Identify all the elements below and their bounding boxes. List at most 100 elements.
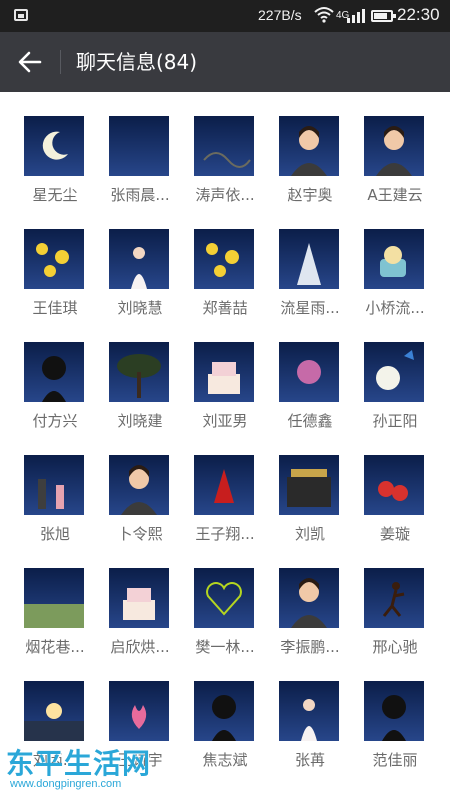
avatar (24, 681, 84, 741)
member-name: 邢心驰 (372, 638, 418, 656)
member-item[interactable]: 星无尘 (12, 116, 98, 221)
member-item[interactable]: 刘晓慧 (97, 229, 183, 334)
avatar (279, 455, 339, 515)
member-name: 孙正阳 (372, 412, 418, 430)
member-item[interactable]: 付方兴 (12, 342, 98, 447)
avatar (364, 568, 424, 628)
page-title: 聊天信息(84) (76, 50, 198, 74)
member-name: 赵宇奥 (287, 186, 333, 204)
member-grid: 星无尘 张雨晨... 涛声依... 赵宇奥 A王建云王佳琪 刘晓慧 郑善喆 流星雨... 小桥流… (0, 92, 450, 800)
avatar (194, 116, 254, 176)
avatar (194, 568, 254, 628)
watermark-text: 东平生活网 (6, 747, 152, 780)
member-item[interactable]: 赵宇奥 (267, 116, 353, 221)
member-item[interactable]: 启欣烘... (97, 568, 183, 673)
member-item[interactable]: A王建云 (352, 116, 438, 221)
avatar (109, 342, 169, 402)
member-name: 涛声依... (195, 186, 255, 204)
arrow-left-icon[interactable] (16, 49, 44, 75)
avatar (279, 229, 339, 289)
member-item[interactable]: 郑善喆 (182, 229, 268, 334)
avatar (194, 455, 254, 515)
title-bar: 聊天信息(84) (0, 32, 450, 92)
wifi-icon (314, 7, 334, 23)
member-item[interactable]: 孙正阳 (352, 342, 438, 447)
member-name: 刘凯 (294, 525, 325, 543)
member-name: 小桥流... (365, 299, 425, 317)
member-name: 流星雨... (280, 299, 340, 317)
member-item[interactable]: 王子翔... (182, 455, 268, 560)
member-name: 张雨晨... (110, 186, 170, 204)
avatar (194, 681, 254, 741)
battery-icon (371, 10, 396, 22)
avatar (194, 229, 254, 289)
avatar (24, 455, 84, 515)
member-item[interactable]: 王佳琪 (12, 229, 98, 334)
member-name: A王建云 (367, 186, 423, 204)
image-notification-icon (14, 9, 28, 21)
avatar (279, 568, 339, 628)
status-bar: 227B/s 4G 22:30 (0, 0, 450, 32)
watermark: 东平生活网 www.dongpingren.com (4, 742, 174, 792)
member-item[interactable]: 张旭 (12, 455, 98, 560)
member-item[interactable]: 樊一林... (182, 568, 268, 673)
member-name: 卜令熙 (117, 525, 163, 543)
member-item[interactable]: 李振鹏... (267, 568, 353, 673)
avatar (109, 116, 169, 176)
member-name: 烟花巷... (25, 638, 85, 656)
member-name: 任德鑫 (287, 412, 333, 430)
member-name: 王佳琪 (32, 299, 78, 317)
member-name: 李振鹏... (280, 638, 340, 656)
member-name: 刘亚男 (202, 412, 248, 430)
member-name: 付方兴 (32, 412, 78, 430)
avatar (109, 568, 169, 628)
member-item[interactable]: 小桥流... (352, 229, 438, 334)
avatar (364, 681, 424, 741)
member-item[interactable]: 烟花巷... (12, 568, 98, 673)
member-item[interactable]: 卜令熙 (97, 455, 183, 560)
member-name: 星无尘 (32, 186, 78, 204)
member-name: 张旭 (39, 525, 70, 543)
member-item[interactable]: 范佳丽 (352, 681, 438, 786)
avatar (24, 116, 84, 176)
member-name: 张苒 (294, 751, 325, 769)
avatar (364, 342, 424, 402)
avatar (279, 116, 339, 176)
avatar (109, 229, 169, 289)
member-item[interactable]: 刘亚男 (182, 342, 268, 447)
member-item[interactable]: 邢心驰 (352, 568, 438, 673)
member-name: 范佳丽 (372, 751, 418, 769)
network-speed: 227B/s (258, 7, 302, 23)
avatar (109, 455, 169, 515)
member-item[interactable]: 涛声依... (182, 116, 268, 221)
avatar (24, 342, 84, 402)
member-item[interactable]: 姜璇 (352, 455, 438, 560)
member-name: 刘晓慧 (117, 299, 163, 317)
member-name: 启欣烘... (110, 638, 170, 656)
clock: 22:30 (397, 5, 440, 24)
header-divider (60, 50, 61, 74)
member-item[interactable]: 刘晓建 (97, 342, 183, 447)
avatar (364, 455, 424, 515)
signal-icon (347, 9, 365, 23)
avatar (364, 116, 424, 176)
member-item[interactable]: 焦志斌 (182, 681, 268, 786)
avatar (194, 342, 254, 402)
member-item[interactable]: 流星雨... (267, 229, 353, 334)
member-item[interactable]: 刘凯 (267, 455, 353, 560)
avatar (279, 342, 339, 402)
member-name: 王子翔... (195, 525, 255, 543)
member-name: 焦志斌 (202, 751, 248, 769)
avatar (109, 681, 169, 741)
avatar (24, 229, 84, 289)
watermark-url: www.dongpingren.com (10, 778, 122, 790)
avatar (364, 229, 424, 289)
member-item[interactable]: 张雨晨... (97, 116, 183, 221)
avatar (24, 568, 84, 628)
member-name: 郑善喆 (202, 299, 248, 317)
member-name: 樊一林... (195, 638, 255, 656)
member-name: 姜璇 (379, 525, 410, 543)
member-item[interactable]: 张苒 (267, 681, 353, 786)
member-name: 刘晓建 (117, 412, 163, 430)
member-item[interactable]: 任德鑫 (267, 342, 353, 447)
